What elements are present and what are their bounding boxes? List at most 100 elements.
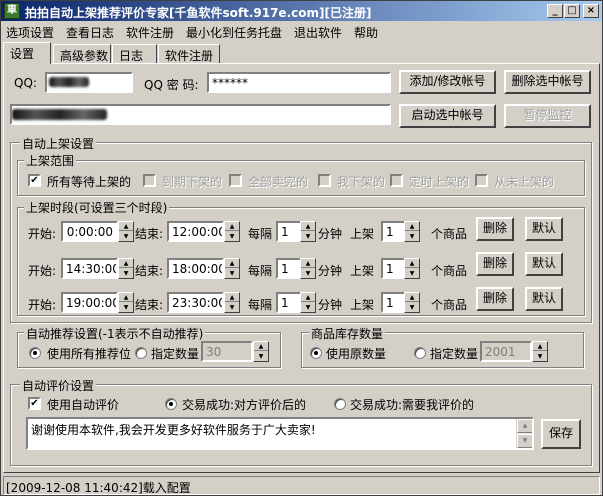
spin-up-icon[interactable]: ▲: [533, 342, 547, 351]
menu-help[interactable]: 帮助: [354, 24, 378, 41]
spin-down-icon[interactable]: ▼: [119, 232, 133, 241]
spin-up-icon[interactable]: ▲: [225, 259, 239, 268]
period-2-interval-spinner[interactable]: ▲ ▼: [300, 258, 316, 279]
menu-exit[interactable]: 退出软件: [294, 24, 342, 41]
pause-monitor-button[interactable]: 暂停监控: [504, 104, 591, 128]
period-1-start-spinner[interactable]: ▲ ▼: [118, 221, 134, 242]
title-bar[interactable]: 車 拍拍自动上架推荐评价专家[千鱼软件soft.917e.com][已注册] _…: [1, 1, 602, 21]
spin-up-icon[interactable]: ▲: [405, 293, 419, 302]
spin-down-icon[interactable]: ▼: [119, 269, 133, 278]
period-2-delete-button[interactable]: 删除: [476, 252, 514, 276]
period-2-end-label: 结束:: [135, 264, 164, 278]
period-2-end-input[interactable]: 18:00:00: [167, 258, 224, 279]
spin-down-icon[interactable]: ▼: [301, 232, 315, 241]
period-2-interval-input[interactable]: 1: [276, 258, 302, 279]
rate-message-textarea[interactable]: 谢谢使用本软件,我会开发更多好软件服务于广大卖家! ▲ ▼: [26, 417, 534, 450]
menu-view-log[interactable]: 查看日志: [66, 24, 114, 41]
range-expired-checkbox[interactable]: [143, 174, 156, 187]
use-auto-rate-checkbox[interactable]: ✔: [28, 397, 41, 410]
spin-up-icon[interactable]: ▲: [301, 259, 315, 268]
stock-fixed-radio[interactable]: [414, 347, 426, 359]
add-modify-account-button[interactable]: 添加/修改帐号: [399, 70, 496, 94]
spin-down-icon[interactable]: ▼: [225, 269, 239, 278]
spin-down-icon[interactable]: ▼: [405, 269, 419, 278]
period-1-default-button[interactable]: 默认: [525, 217, 563, 241]
spin-down-icon[interactable]: ▼: [119, 303, 133, 312]
period-2-start-input[interactable]: 14:30:00: [61, 258, 118, 279]
tab-advanced[interactable]: 高级参数: [53, 44, 111, 63]
period-3-end-input[interactable]: 23:30:00: [167, 292, 224, 313]
qq-password-input[interactable]: ******: [207, 72, 391, 93]
scroll-down-icon[interactable]: ▼: [517, 434, 532, 448]
period-1-interval-spinner[interactable]: ▲ ▼: [300, 221, 316, 242]
save-button[interactable]: 保存: [541, 419, 581, 449]
period-3-interval-spinner[interactable]: ▲ ▼: [300, 292, 316, 313]
spin-up-icon[interactable]: ▲: [301, 293, 315, 302]
spin-down-icon[interactable]: ▼: [301, 303, 315, 312]
range-all-waiting-checkbox[interactable]: ✔: [28, 174, 41, 187]
rate-after-peer-radio[interactable]: [165, 398, 177, 410]
menu-minimize-tray[interactable]: 最小化到任务托盘: [186, 24, 282, 41]
tab-settings[interactable]: 设置: [3, 42, 51, 64]
rate-need-me-radio[interactable]: [334, 398, 346, 410]
spin-down-icon[interactable]: ▼: [405, 303, 419, 312]
recommend-fixed-spinner[interactable]: ▲ ▼: [253, 341, 269, 362]
period-3-start-input[interactable]: 19:00:00: [61, 292, 118, 313]
rate-message-scrollbar[interactable]: ▲ ▼: [516, 419, 532, 448]
recommend-fixed-input[interactable]: 30: [201, 341, 253, 362]
recommend-all-radio[interactable]: [29, 347, 41, 359]
range-my-delisted-checkbox[interactable]: [318, 174, 331, 187]
spin-up-icon[interactable]: ▲: [254, 342, 268, 351]
stock-fixed-input[interactable]: 2001: [480, 341, 532, 362]
period-2-count-spinner[interactable]: ▲ ▼: [404, 258, 420, 279]
range-never-listed-checkbox[interactable]: [475, 174, 488, 187]
period-3-default-button[interactable]: 默认: [525, 287, 563, 311]
spin-up-icon[interactable]: ▲: [225, 222, 239, 231]
period-3-end-spinner[interactable]: ▲ ▼: [224, 292, 240, 313]
start-account-button[interactable]: 启动选中帐号: [399, 104, 496, 128]
stock-fixed-spinner[interactable]: ▲ ▼: [532, 341, 548, 362]
spin-up-icon[interactable]: ▲: [119, 222, 133, 231]
period-1-end-spinner[interactable]: ▲ ▼: [224, 221, 240, 242]
stock-original-radio[interactable]: [310, 347, 322, 359]
period-1-count-spinner[interactable]: ▲ ▼: [404, 221, 420, 242]
range-scheduled-checkbox[interactable]: [390, 174, 403, 187]
spin-down-icon[interactable]: ▼: [225, 232, 239, 241]
period-3-interval-input[interactable]: 1: [276, 292, 302, 313]
spin-down-icon[interactable]: ▼: [405, 232, 419, 241]
spin-down-icon[interactable]: ▼: [533, 352, 547, 361]
period-3-start-spinner[interactable]: ▲ ▼: [118, 292, 134, 313]
period-2-end-spinner[interactable]: ▲ ▼: [224, 258, 240, 279]
qq-input[interactable]: [45, 72, 133, 93]
spin-down-icon[interactable]: ▼: [225, 303, 239, 312]
period-2-default-button[interactable]: 默认: [525, 252, 563, 276]
period-2-start-spinner[interactable]: ▲ ▼: [118, 258, 134, 279]
rate-need-me-label: 交易成功:需要我评价的: [350, 398, 475, 412]
period-1-interval-input[interactable]: 1: [276, 221, 302, 242]
account-list-input[interactable]: [10, 104, 391, 125]
spin-up-icon[interactable]: ▲: [225, 293, 239, 302]
spin-up-icon[interactable]: ▲: [119, 293, 133, 302]
period-1-end-input[interactable]: 12:00:00: [167, 221, 224, 242]
spin-up-icon[interactable]: ▲: [405, 259, 419, 268]
range-sold-out-checkbox[interactable]: [229, 174, 242, 187]
period-3-count-spinner[interactable]: ▲ ▼: [404, 292, 420, 313]
delete-account-button[interactable]: 删除选中帐号: [504, 70, 591, 94]
minimize-button[interactable]: _: [547, 4, 563, 18]
spin-up-icon[interactable]: ▲: [119, 259, 133, 268]
scroll-up-icon[interactable]: ▲: [517, 419, 532, 433]
spin-down-icon[interactable]: ▼: [254, 352, 268, 361]
spin-up-icon[interactable]: ▲: [301, 222, 315, 231]
spin-down-icon[interactable]: ▼: [301, 269, 315, 278]
menu-options[interactable]: 选项设置: [6, 24, 54, 41]
recommend-fixed-radio[interactable]: [135, 347, 147, 359]
period-1-start-input[interactable]: 0:00:00: [61, 221, 118, 242]
close-button[interactable]: ×: [583, 4, 599, 18]
spin-up-icon[interactable]: ▲: [405, 222, 419, 231]
maximize-button[interactable]: □: [564, 4, 580, 18]
period-1-delete-button[interactable]: 删除: [476, 217, 514, 241]
menu-register[interactable]: 软件注册: [126, 24, 174, 41]
tab-register[interactable]: 软件注册: [158, 44, 220, 63]
tab-log[interactable]: 日志: [112, 44, 157, 63]
period-3-delete-button[interactable]: 删除: [476, 287, 514, 311]
